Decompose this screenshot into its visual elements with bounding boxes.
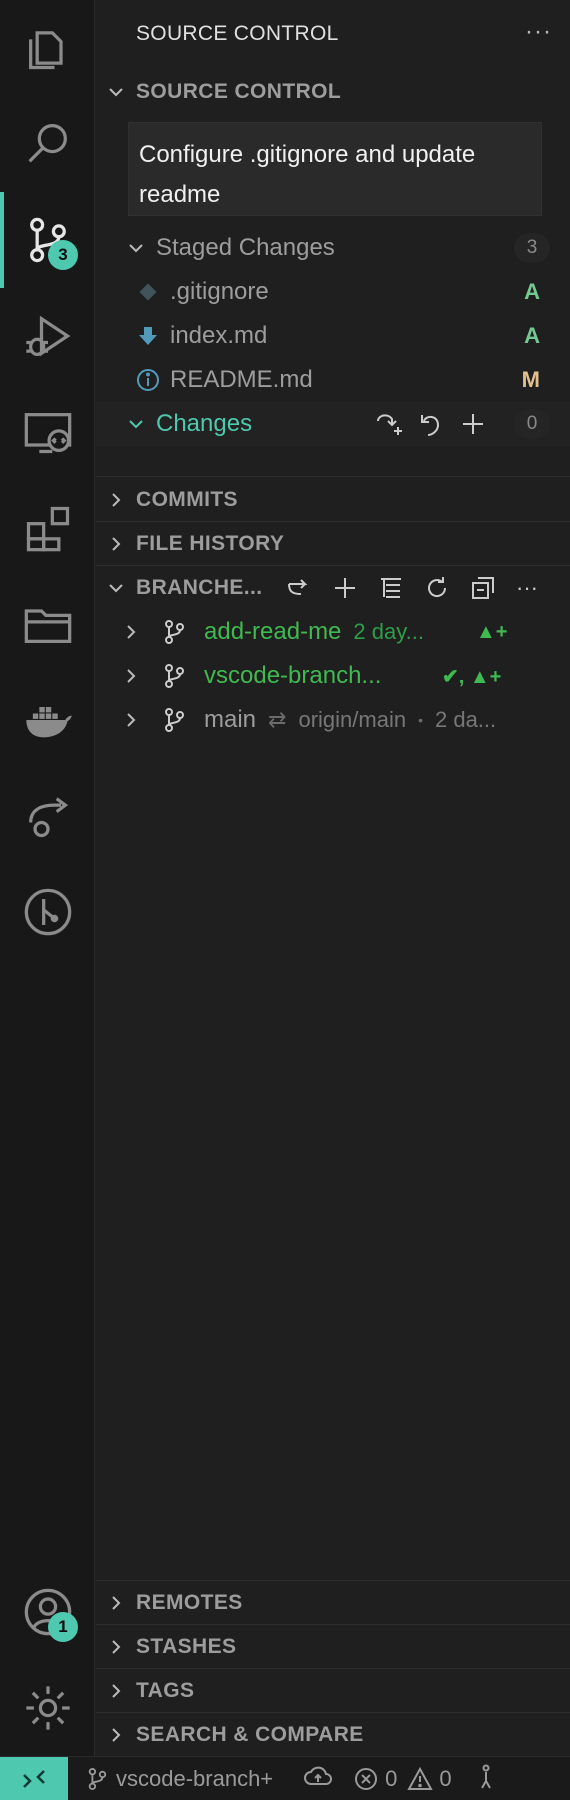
switch-branch-icon[interactable] (282, 571, 316, 605)
source-control-sidebar: SOURCE CONTROL ··· SOURCE CONTROL Config… (96, 0, 570, 1756)
accessibility-icon[interactable] (476, 1763, 496, 1795)
error-count: 0 (385, 1765, 398, 1791)
branches-section-header[interactable]: BRANCHE... ··· (96, 566, 570, 610)
status-bar: vscode-branch+ 0 0 (0, 1756, 570, 1800)
remotes-section-header[interactable]: REMOTES (96, 1581, 570, 1625)
branch-status-indicator: ▲+ (476, 620, 508, 643)
file-status: A (524, 279, 540, 304)
branches-more-button[interactable]: ··· (510, 571, 544, 605)
docker-icon[interactable] (0, 672, 95, 768)
refresh-icon[interactable] (420, 571, 454, 605)
branch-status-item[interactable]: vscode-branch+ (86, 1766, 273, 1792)
error-icon (355, 1767, 378, 1790)
search-compare-section-header[interactable]: SEARCH & COMPARE (96, 1713, 570, 1757)
current-branch: vscode-branch+ (116, 1765, 274, 1791)
info-icon (134, 368, 162, 392)
live-share-icon[interactable] (0, 768, 95, 864)
branch-name: add-read-me (204, 618, 342, 645)
scm-section-header[interactable]: SOURCE CONTROL (96, 70, 570, 114)
file-row-index-md[interactable]: index.md A (96, 314, 570, 358)
discard-all-icon[interactable] (414, 407, 448, 441)
chevron-right-icon (96, 1681, 136, 1701)
chevron-down-icon (96, 82, 136, 102)
warning-count: 0 (439, 1765, 452, 1791)
file-status: A (524, 323, 540, 348)
commit-message-input[interactable]: Configure .gitignore and update readme (128, 122, 542, 216)
chevron-down-icon (96, 578, 136, 598)
file-row-readme[interactable]: README.md M (96, 358, 570, 402)
sidebar-title: SOURCE CONTROL (136, 22, 339, 45)
changes-count-badge: 0 (514, 409, 550, 439)
collapse-all-icon[interactable] (466, 571, 500, 605)
warning-icon (407, 1766, 434, 1790)
file-history-section-header[interactable]: FILE HISTORY (96, 522, 570, 566)
chevron-right-icon (116, 666, 146, 686)
open-changes-icon[interactable] (372, 407, 406, 441)
view-as-tree-icon[interactable] (374, 571, 408, 605)
file-row-gitignore[interactable]: .gitignore A (96, 270, 570, 314)
divider (96, 476, 570, 477)
create-branch-icon[interactable] (328, 571, 362, 605)
problems-status-item[interactable]: 0 0 (353, 1766, 452, 1792)
chevron-right-icon (96, 490, 136, 510)
settings-gear-icon[interactable] (0, 1660, 95, 1756)
remote-explorer-icon[interactable] (0, 384, 95, 480)
changes-group[interactable]: Changes 0 (96, 402, 570, 446)
branch-row-add-read-me[interactable]: add-read-me 2 day... ▲+ (96, 610, 570, 654)
chevron-right-icon (116, 710, 146, 730)
branch-icon (160, 707, 188, 733)
views-more-button[interactable]: ··· (525, 18, 552, 46)
source-control-badge: 3 (48, 240, 78, 270)
markdown-download-icon (134, 325, 162, 347)
stashes-section-header[interactable]: STASHES (96, 1625, 570, 1669)
separator-dot: • (418, 712, 423, 728)
branch-icon (88, 1767, 107, 1790)
chevron-right-icon (116, 622, 146, 642)
extensions-icon[interactable] (0, 480, 95, 576)
accounts-icon[interactable]: 1 (0, 1564, 95, 1660)
remote-indicator-button[interactable] (0, 1756, 68, 1800)
staged-count-badge: 3 (514, 233, 550, 263)
activity-bar: 3 1 (0, 0, 95, 1756)
branch-icon (160, 663, 188, 689)
chevron-right-icon (96, 534, 136, 554)
branch-icon (160, 619, 188, 645)
chevron-right-icon (96, 1637, 136, 1657)
tags-section-header[interactable]: TAGS (96, 1669, 570, 1713)
chevron-right-icon (96, 1593, 136, 1613)
commits-section-header[interactable]: COMMITS (96, 478, 570, 522)
branch-name: main (204, 706, 257, 733)
explorer-icon[interactable] (0, 0, 95, 96)
git-file-icon (134, 282, 162, 302)
accounts-badge: 1 (48, 1612, 78, 1642)
branch-date: 2 day... (353, 619, 424, 644)
file-name: README.md (170, 366, 313, 393)
upstream-arrow-icon: ⇄ (268, 707, 287, 732)
sync-cloud-icon[interactable] (303, 1764, 333, 1794)
file-status: M (521, 367, 540, 392)
staged-changes-label: Staged Changes (156, 234, 335, 261)
stage-all-icon[interactable] (456, 407, 490, 441)
run-debug-icon[interactable] (0, 288, 95, 384)
search-icon[interactable] (0, 96, 95, 192)
remote-icon (23, 1769, 45, 1788)
source-control-icon[interactable]: 3 (0, 192, 95, 288)
staged-changes-group[interactable]: Staged Changes 3 (96, 226, 570, 270)
branch-row-vscode-branch[interactable]: vscode-branch... ✔, ▲+ (96, 654, 570, 698)
gitlens-icon[interactable] (0, 864, 95, 960)
branch-date: 2 da... (434, 707, 497, 732)
chevron-right-icon (96, 1725, 136, 1745)
project-manager-icon[interactable] (0, 576, 95, 672)
branch-status-indicator: ✔, ▲+ (442, 665, 502, 688)
chevron-down-icon (116, 238, 156, 258)
chevron-down-icon (116, 414, 156, 434)
changes-label: Changes (156, 410, 253, 437)
branch-upstream: origin/main (298, 707, 407, 732)
branch-row-main[interactable]: main ⇄ origin/main • 2 da... (96, 698, 570, 742)
file-name: .gitignore (170, 278, 269, 305)
branch-name: vscode-branch... (204, 662, 382, 689)
file-name: index.md (170, 322, 268, 349)
